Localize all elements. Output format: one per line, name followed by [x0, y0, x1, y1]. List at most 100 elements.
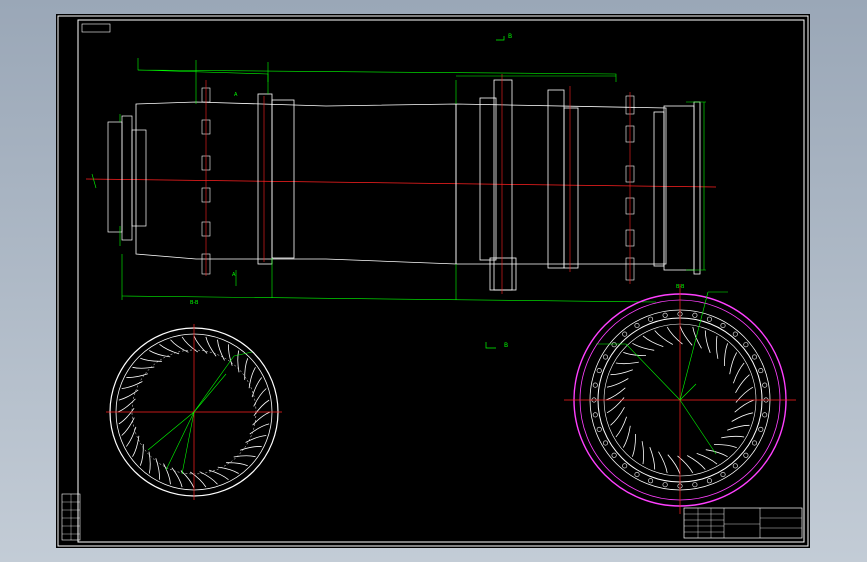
lifter-blade [622, 425, 631, 448]
bolt-hole [634, 471, 640, 477]
bolt-hole [634, 322, 640, 328]
view-a-lower-label: A [232, 272, 236, 278]
lifter-blade [704, 330, 711, 353]
lifter-blade [610, 369, 633, 376]
drawing-sheet: B B A A B-B [56, 14, 810, 548]
bolt-hole [720, 322, 726, 328]
tire-ring-3b [563, 107, 579, 269]
lifter-blade [118, 389, 139, 401]
bolt-hole [611, 452, 617, 458]
bolt-hole [602, 440, 608, 446]
bolt-hole [596, 426, 602, 432]
lifter-blade [641, 441, 645, 465]
lifter-blade [642, 335, 664, 347]
lifter-blade [687, 455, 706, 470]
lifter-blade [251, 377, 263, 398]
view-b-top-label: B [508, 33, 512, 40]
lifter-blade [132, 366, 155, 369]
view-b-bottom-label: B [504, 342, 508, 349]
bolt-hole [648, 478, 654, 484]
girth-gear [493, 79, 513, 291]
lifter-blade [649, 447, 656, 470]
lifter-blade [734, 399, 755, 413]
lifter-blade [733, 362, 745, 384]
bolt-hole [732, 463, 738, 469]
title-tag-frame [81, 23, 111, 33]
bolt-hole [706, 316, 712, 322]
right-flange-1 [653, 111, 665, 267]
lifter-blade [721, 435, 745, 439]
lifter-blade [208, 469, 229, 481]
bolt-hole [732, 331, 738, 337]
lifter-blade [149, 350, 171, 358]
bolt-hole [762, 412, 768, 418]
view-a-upper-label: A [234, 92, 238, 98]
side-view [85, 74, 717, 294]
bolt-hole [602, 354, 608, 360]
bolt-hole [662, 482, 668, 488]
lifter-blade [132, 435, 140, 457]
section-left-label: B-B [190, 300, 199, 306]
left-shaft-step [131, 129, 147, 227]
lifter-blade [696, 453, 718, 465]
bolt-hole [706, 478, 712, 484]
lifter-blade [727, 424, 750, 431]
tire-ring-1 [257, 93, 273, 265]
lifter-blade [615, 361, 639, 365]
section-view-right: B-B [564, 284, 796, 514]
lifter-blade [654, 330, 673, 345]
lifter-blade [705, 449, 728, 458]
title-block [683, 507, 803, 539]
lifter-blade [148, 451, 151, 474]
tire-ring-1b [271, 99, 295, 259]
lifter-blade [632, 342, 655, 351]
cad-viewport[interactable]: B B A A B-B [0, 0, 867, 562]
lifter-blade [237, 350, 240, 373]
left-leader-lines [147, 351, 253, 475]
bolt-hole [692, 312, 698, 318]
drawing-canvas: B B A A B-B [57, 15, 809, 547]
main-centerline [85, 178, 717, 188]
bolt-hole [720, 471, 726, 477]
bolt-hole [692, 482, 698, 488]
lifter-blade [610, 407, 625, 426]
lifter-blade [226, 462, 248, 467]
tire-ring-3 [547, 89, 565, 269]
lifter-blade [735, 374, 750, 393]
lifter-blade [729, 352, 738, 375]
bolt-hole [751, 354, 757, 360]
lifter-blade [724, 343, 728, 367]
bolt-hole [758, 368, 764, 374]
lifter-blade [605, 387, 626, 401]
view-b-bottom-arrow [485, 342, 496, 349]
bolt-hole [662, 312, 668, 318]
bolt-hole [622, 331, 628, 337]
view-b-top-arrow [496, 36, 505, 41]
bolt-hole [751, 440, 757, 446]
lifter-blade [615, 416, 627, 438]
left-shaft-flange [107, 121, 123, 233]
bolt-hole [592, 412, 598, 418]
right-flange-2 [663, 105, 695, 271]
lifter-blade [140, 357, 162, 362]
lifter-blade [679, 325, 693, 346]
bolt-hole [622, 463, 628, 469]
outer-border [57, 15, 809, 547]
lifter-blade [607, 378, 629, 388]
lifter-blade [715, 335, 719, 359]
bolt-hole [762, 382, 768, 388]
lifter-blade [163, 463, 171, 485]
lifter-blade [126, 373, 148, 378]
lifter-blade [667, 454, 681, 475]
bolt-hole [596, 368, 602, 374]
lifter-blade [217, 339, 225, 361]
lifter-blade [713, 444, 737, 448]
section-right-label: B-B [676, 284, 685, 290]
inner-border [77, 19, 805, 543]
lifter-blade [658, 451, 668, 473]
lifter-blade [245, 435, 267, 443]
left-stamp-block [61, 493, 81, 541]
bolt-hole [648, 316, 654, 322]
lifter-blade [171, 467, 183, 488]
bolt-hole [743, 342, 749, 348]
